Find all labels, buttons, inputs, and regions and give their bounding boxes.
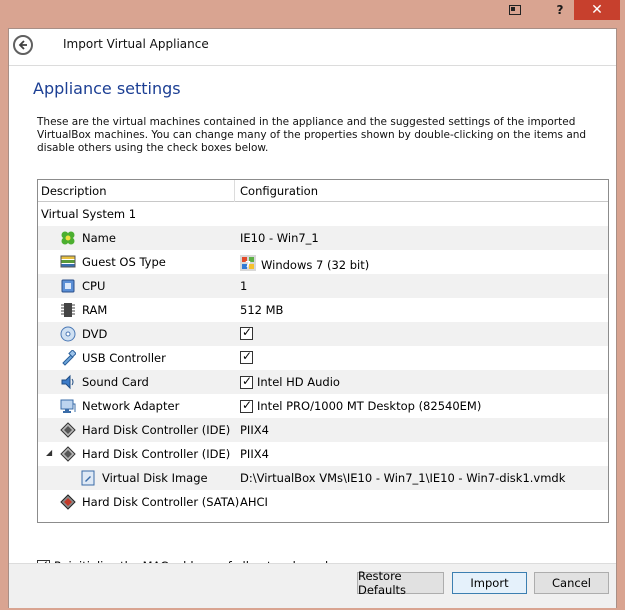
guest-os-value-text: Windows 7 (32 bit) [261, 257, 370, 272]
network-adapter-value-text: Intel PRO/1000 MT Desktop (82540EM) [257, 399, 482, 413]
hdd-controller-icon [60, 446, 76, 462]
name-icon [60, 230, 76, 246]
setting-value[interactable]: AHCI [240, 495, 268, 509]
setting-row-hdd-controller-sata[interactable]: Hard Disk Controller (SATA) AHCI [38, 490, 608, 514]
setting-row-hdd-controller-ide[interactable]: Hard Disk Controller (IDE) PIIX4 [38, 418, 608, 442]
virtual-system-row[interactable]: Virtual System 1 [38, 202, 608, 226]
virtual-system-label: Virtual System 1 [41, 207, 137, 221]
setting-row-hdd-controller-ide-expanded[interactable]: ◢ Hard Disk Controller (IDE) PIIX4 [38, 442, 608, 466]
restore-window-icon[interactable] [501, 0, 529, 20]
restore-defaults-button[interactable]: Restore Defaults [357, 569, 444, 597]
setting-row-ram[interactable]: RAM 512 MB [38, 298, 608, 322]
setting-value[interactable]: IE10 - Win7_1 [240, 231, 319, 245]
sata-controller-icon [60, 494, 76, 510]
title-bar: ? ✕ [0, 0, 625, 28]
setting-value[interactable]: PIIX4 [240, 447, 269, 461]
windows-logo-icon: 7 [240, 255, 256, 274]
setting-row-name[interactable]: Name IE10 - Win7_1 [38, 226, 608, 250]
setting-value[interactable]: PIIX4 [240, 423, 269, 437]
network-adapter-icon [60, 398, 76, 414]
page-title: Appliance settings [33, 79, 181, 98]
disk-image-icon [80, 470, 96, 486]
setting-value[interactable]: Intel HD Audio [240, 374, 340, 389]
ram-icon [60, 302, 76, 318]
dvd-icon [60, 326, 76, 342]
setting-label: RAM [82, 303, 108, 317]
setting-value[interactable]: 1 [240, 279, 247, 293]
cancel-button[interactable]: Cancel [534, 572, 609, 594]
dvd-checkbox[interactable] [240, 325, 253, 340]
column-header-description[interactable]: Description [41, 184, 107, 198]
hdd-controller-icon [60, 422, 76, 438]
back-arrow-icon[interactable] [13, 35, 33, 55]
setting-label: Guest OS Type [82, 255, 166, 269]
wizard-header: Import Virtual Appliance [9, 29, 616, 65]
sound-card-icon [60, 374, 76, 390]
sound-card-value-text: Intel HD Audio [257, 375, 340, 389]
expand-triangle-icon[interactable]: ◢ [46, 448, 52, 457]
close-button[interactable]: ✕ [574, 0, 620, 20]
network-adapter-checkbox[interactable] [240, 398, 253, 413]
import-button[interactable]: Import [452, 572, 527, 594]
setting-value[interactable]: Intel PRO/1000 MT Desktop (82540EM) [240, 398, 482, 413]
wizard-title: Import Virtual Appliance [63, 37, 209, 51]
wizard-dialog: Import Virtual Appliance Appliance setti… [8, 28, 617, 608]
help-button[interactable]: ? [546, 0, 574, 20]
setting-label: Hard Disk Controller (IDE) [82, 447, 231, 461]
setting-row-cpu[interactable]: CPU 1 [38, 274, 608, 298]
svg-text:7: 7 [245, 260, 251, 269]
setting-row-virtual-disk-image[interactable]: Virtual Disk Image D:\VirtualBox VMs\IE1… [38, 466, 608, 490]
setting-label: Hard Disk Controller (IDE) [82, 423, 231, 437]
setting-value[interactable]: 512 MB [240, 303, 283, 317]
usb-icon [60, 350, 76, 366]
usb-checkbox[interactable] [240, 349, 253, 364]
setting-row-guest-os-type[interactable]: Guest OS Type 7 Windows 7 (32 bit) [38, 250, 608, 274]
setting-label: Hard Disk Controller (SATA) [82, 495, 240, 509]
setting-label: Name [82, 231, 116, 245]
setting-value[interactable] [240, 325, 257, 340]
setting-row-dvd[interactable]: DVD [38, 322, 608, 346]
setting-label: Network Adapter [82, 399, 180, 413]
setting-label: DVD [82, 327, 108, 341]
setting-row-network-adapter[interactable]: Network Adapter Intel PRO/1000 MT Deskto… [38, 394, 608, 418]
setting-label: Virtual Disk Image [102, 471, 208, 485]
setting-label: USB Controller [82, 351, 166, 365]
setting-value[interactable]: 7 Windows 7 (32 bit) [240, 255, 369, 274]
column-divider [234, 180, 235, 202]
page-description: These are the virtual machines contained… [37, 116, 587, 154]
setting-label: Sound Card [82, 375, 149, 389]
os-type-icon [60, 254, 76, 270]
setting-value[interactable]: D:\VirtualBox VMs\IE10 - Win7_1\IE10 - W… [240, 471, 565, 485]
setting-row-sound-card[interactable]: Sound Card Intel HD Audio [38, 370, 608, 394]
wizard-body: Appliance settings These are the virtual… [9, 65, 616, 573]
setting-label: CPU [82, 279, 106, 293]
tree-header: Description Configuration [38, 180, 608, 202]
wizard-footer: Restore Defaults Import Cancel [9, 563, 616, 608]
setting-row-usb-controller[interactable]: USB Controller [38, 346, 608, 370]
setting-value[interactable] [240, 349, 257, 364]
appliance-settings-tree[interactable]: Description Configuration Virtual System… [37, 179, 609, 523]
sound-card-checkbox[interactable] [240, 374, 253, 389]
column-header-configuration[interactable]: Configuration [240, 184, 318, 198]
cpu-icon [60, 278, 76, 294]
